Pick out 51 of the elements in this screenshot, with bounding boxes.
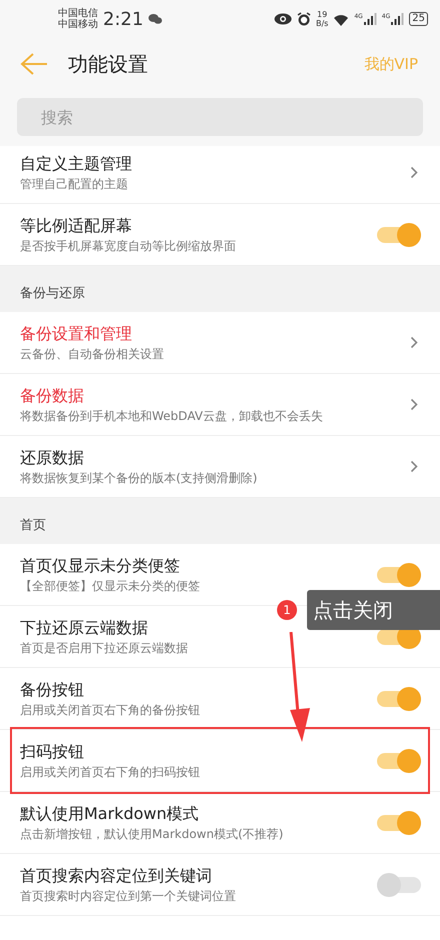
eye-icon xyxy=(274,13,292,25)
row-title: 首页搜索内容定位到关键词 xyxy=(20,864,213,886)
speed-text: B/s xyxy=(316,19,328,28)
chevron-right-icon xyxy=(410,166,418,179)
chat-icon xyxy=(148,13,162,25)
row-description: 云备份、自动备份相关设置 xyxy=(20,346,165,362)
row-description: 【全部便签】仅显示未分类的便签 xyxy=(20,578,201,594)
row-description: 启用或关闭首页右下角的备份按钮 xyxy=(20,702,201,718)
chevron-right-icon xyxy=(410,460,418,473)
signal-icon xyxy=(391,13,404,25)
row-description: 将数据备份到手机本地和WebDAV云盘，卸载也不会丢失 xyxy=(20,408,324,424)
row-description: 将数据恢复到某个备份的版本(支持侧滑删除) xyxy=(20,470,258,486)
row-title: 备份设置和管理 xyxy=(20,322,133,344)
row-description: 首页搜索时内容定位到第一个关键词位置 xyxy=(20,888,237,904)
row-title: 备份数据 xyxy=(20,384,85,406)
speed-text: 19 xyxy=(317,10,328,19)
row-title: 等比例适配屏幕 xyxy=(20,214,133,236)
search-field[interactable]: 搜索 xyxy=(17,98,423,136)
row-title: 下拉还原云端数据 xyxy=(20,616,149,638)
chevron-right-icon xyxy=(410,398,418,411)
settings-row[interactable]: 备份设置和管理 云备份、自动备份相关设置 xyxy=(0,312,440,374)
signal-icon xyxy=(364,13,377,25)
row-title: 扫码按钮 xyxy=(20,740,85,762)
settings-row[interactable]: 首页搜索内容定位到关键词 首页搜索时内容定位到第一个关键词位置 xyxy=(0,854,440,916)
settings-row[interactable]: 备份数据 将数据备份到手机本地和WebDAV云盘，卸载也不会丢失 xyxy=(0,374,440,436)
row-description: 启用或关闭首页右下角的扫码按钮 xyxy=(20,764,201,780)
row-description: 是否按手机屏幕宽度自动等比例缩放界面 xyxy=(20,238,237,254)
row-description: 首页是否启用下拉还原云端数据 xyxy=(20,640,189,656)
step-badge: 1 xyxy=(277,600,297,620)
row-description: 管理自己配置的主题 xyxy=(20,176,129,192)
settings-row[interactable]: 默认使用Markdown模式 点击新增按钮，默认使用Markdown模式(不推荐) xyxy=(0,792,440,854)
battery-level: 25 xyxy=(409,12,428,26)
callout-tooltip: 点击关闭 xyxy=(307,590,440,630)
row-title: 还原数据 xyxy=(20,446,85,468)
back-arrow-icon[interactable] xyxy=(20,52,48,76)
chevron-right-icon xyxy=(410,336,418,349)
settings-row[interactable]: 扫码按钮 启用或关闭首页右下角的扫码按钮 xyxy=(0,730,440,792)
row-title: 首页仅显示未分类便签 xyxy=(20,554,181,576)
section-header: 备份与还原 xyxy=(0,266,440,312)
carrier-name: 中国移动 xyxy=(58,19,98,30)
section-header: 首页 xyxy=(0,498,440,544)
clock-time: 2:21 xyxy=(103,8,144,30)
carrier-name: 中国电信 xyxy=(58,8,98,19)
wifi-icon xyxy=(333,12,350,26)
settings-row[interactable]: 自定义主题管理 管理自己配置的主题 xyxy=(0,142,440,204)
alarm-icon xyxy=(296,12,311,26)
page-title: 功能设置 xyxy=(68,50,148,78)
row-title: 备份按钮 xyxy=(20,678,85,700)
row-title: 自定义主题管理 xyxy=(20,152,133,174)
row-title: 默认使用Markdown模式 xyxy=(20,802,200,824)
row-description: 点击新增按钮，默认使用Markdown模式(不推荐) xyxy=(20,826,284,842)
